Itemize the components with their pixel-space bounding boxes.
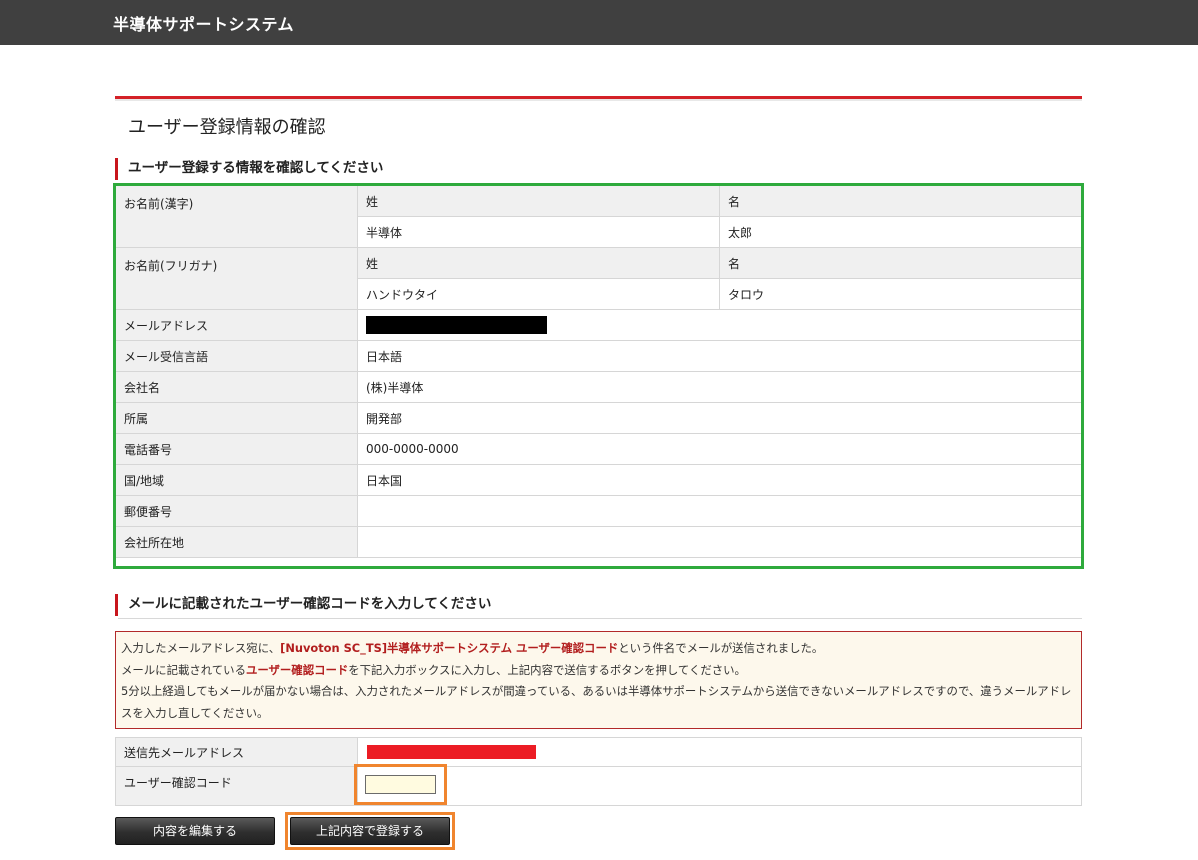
code-label: ユーザー確認コード — [115, 766, 358, 806]
page-title: ユーザー登録情報の確認 — [128, 117, 326, 138]
confirm-code-table: 送信先メールアドレス ユーザー確認コード — [115, 737, 1082, 806]
app-title: 半導体サポートシステム — [113, 15, 295, 34]
notice-l1-text: 入力したメールアドレス宛に、 — [121, 641, 281, 655]
section-heading-enter-code: メールに記載されたユーザー確認コードを入力してください — [115, 594, 1082, 616]
notice-code-highlight: ユーザー確認コード — [245, 662, 349, 677]
edit-button[interactable]: 内容を編集する — [115, 817, 275, 845]
notice-box: 入力したメールアドレス宛に、[Nuvoton SC_TS]半導体サポートシステム… — [115, 631, 1082, 729]
title-rule-shadow — [115, 99, 1082, 101]
send-email-redaction — [367, 745, 536, 760]
top-header-bar: 半導体サポートシステム — [0, 0, 1198, 45]
send-email-value — [357, 737, 1082, 767]
notice-line-2: メールに記載されているユーザー確認コードを下記入力ボックスに入力し、上記内容で送… — [121, 660, 1077, 682]
submit-button[interactable]: 上記内容で登録する — [290, 817, 450, 845]
confirmation-code-input[interactable] — [365, 775, 436, 794]
section-underline — [118, 618, 1082, 619]
info-highlight-box — [113, 183, 1084, 569]
section-heading-confirm-info: ユーザー登録する情報を確認してください — [115, 158, 1082, 180]
send-email-label: 送信先メールアドレス — [115, 737, 358, 767]
notice-subject-highlight: [Nuvoton SC_TS]半導体サポートシステム ユーザー確認コード — [280, 641, 619, 655]
code-cell — [357, 766, 1082, 806]
notice-line-1: 入力したメールアドレス宛に、[Nuvoton SC_TS]半導体サポートシステム… — [121, 638, 1077, 660]
notice-l1-text-end: という件名でメールが送信されました。 — [618, 641, 824, 655]
notice-line-3: 5分以上経過してもメールが届かない場合は、入力されたメールアドレスが間違っている… — [121, 684, 1072, 720]
notice-l2-text: メールに記載されている — [121, 662, 246, 677]
notice-l2-text-end: を下記入力ボックスに入力し、上記内容で送信するボタンを押してください。 — [348, 662, 746, 677]
